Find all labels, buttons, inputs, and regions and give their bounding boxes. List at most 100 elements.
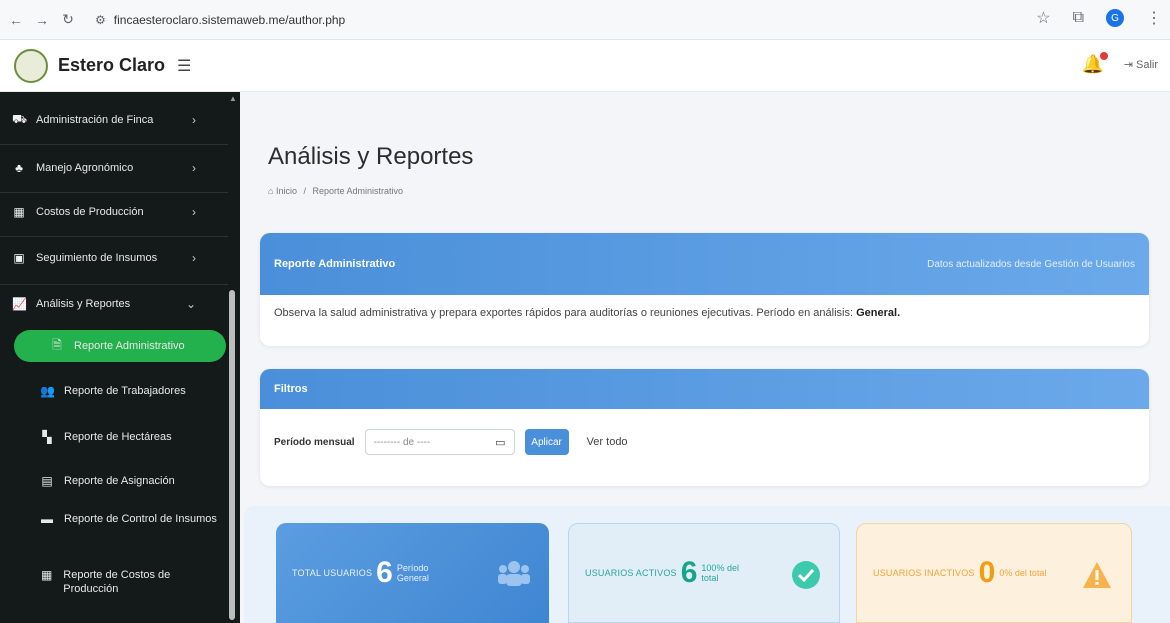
report-card-header: Reporte Administrativo Datos actualizado… bbox=[260, 233, 1149, 295]
brand-logo bbox=[14, 48, 48, 83]
period-label: Período mensual bbox=[274, 436, 355, 448]
sidebar: ⛟ Administración de Finca › ♣ Manejo Agr… bbox=[0, 92, 240, 623]
notification-dot bbox=[1100, 52, 1108, 60]
check-circle-icon bbox=[792, 561, 820, 589]
calculator-icon: ▦ bbox=[13, 205, 25, 219]
chevron-right-icon: › bbox=[192, 251, 196, 265]
filters-card: Filtros Período mensual -------- de ----… bbox=[260, 369, 1149, 486]
sidebar-sub-reporte-hectareas[interactable]: ▚ Reporte de Hectáreas bbox=[40, 422, 220, 452]
site-settings-icon[interactable]: ⚙ bbox=[95, 13, 106, 27]
tree-icon: ♣ bbox=[15, 161, 23, 175]
bookmark-star-icon[interactable]: ☆ bbox=[1036, 8, 1050, 28]
scroll-up-icon[interactable]: ▲ bbox=[229, 94, 237, 103]
divider bbox=[0, 236, 230, 237]
back-icon[interactable]: ← bbox=[6, 10, 26, 30]
warning-triangle-icon bbox=[1083, 562, 1111, 588]
sidebar-item-administracion[interactable]: ⛟ Administración de Finca › bbox=[0, 100, 230, 140]
tractor-icon: ⛟ bbox=[12, 112, 28, 126]
sidebar-item-seguimiento[interactable]: ▣ Seguimiento de Insumos › bbox=[0, 238, 230, 278]
calendar-icon[interactable]: ▭ bbox=[495, 436, 505, 449]
sidebar-toggle-icon[interactable]: ☰ bbox=[177, 56, 191, 76]
profile-avatar[interactable]: G bbox=[1106, 9, 1124, 27]
breadcrumb-separator: / bbox=[303, 186, 306, 196]
url-text: fincaesteroclaro.sistemaweb.me/author.ph… bbox=[113, 13, 346, 27]
sidebar-item-label: Manejo Agronómico bbox=[36, 162, 134, 174]
stat-label: Usuarios activos bbox=[585, 568, 677, 578]
forward-icon[interactable]: → bbox=[32, 10, 52, 30]
sidebar-sub-reporte-administrativo[interactable]: 🗎 Reporte Administrativo bbox=[14, 330, 226, 362]
page-title: Análisis y Reportes bbox=[268, 143, 474, 170]
calculator-icon: ▦ bbox=[40, 568, 53, 582]
stat-label: Usuarios inactivos bbox=[873, 568, 975, 578]
stat-active-users: Usuarios activos 6 100% del total bbox=[568, 523, 840, 623]
sidebar-item-manejo[interactable]: ♣ Manejo Agronómico › bbox=[0, 148, 230, 188]
reload-icon[interactable]: ↻ bbox=[58, 10, 78, 30]
chevron-right-icon: › bbox=[192, 161, 196, 175]
month-input[interactable]: -------- de ---- ▭ bbox=[364, 429, 515, 455]
report-description: Observa la salud administrativa y prepar… bbox=[274, 307, 854, 319]
stat-value: 6 bbox=[376, 556, 393, 589]
sidebar-sub-reporte-trabajadores[interactable]: 👥 Reporte de Trabajadores bbox=[40, 376, 220, 406]
stat-label: Total usuarios bbox=[292, 568, 373, 578]
stat-sub: 0% del total bbox=[999, 568, 1047, 578]
sidebar-item-label: Análisis y Reportes bbox=[36, 298, 131, 310]
chevron-down-icon: ⌄ bbox=[185, 297, 196, 311]
sidebar-sub-label: Reporte de Asignación bbox=[64, 475, 175, 487]
stat-sub: Período General bbox=[396, 563, 429, 583]
report-period: General. bbox=[856, 307, 901, 319]
sidebar-item-label: Costos de Producción bbox=[36, 206, 144, 218]
report-card-title: Reporte Administrativo bbox=[274, 258, 396, 270]
sidebar-item-label: Seguimiento de Insumos bbox=[36, 252, 158, 264]
sidebar-item-costos[interactable]: ▦ Costos de Producción › bbox=[0, 192, 230, 232]
box-icon: ▬ bbox=[41, 512, 53, 526]
app-header: Estero Claro ☰ 🔔 ⇥ Salir bbox=[0, 40, 1170, 92]
see-all-link[interactable]: Ver todo bbox=[587, 436, 628, 448]
notification-bell-icon[interactable]: 🔔 bbox=[1082, 52, 1108, 75]
sidebar-scroll-thumb[interactable] bbox=[229, 290, 235, 620]
filters-card-title: Filtros bbox=[274, 383, 308, 395]
users-icon: 👥 bbox=[40, 384, 55, 398]
stat-value: 6 bbox=[680, 556, 698, 589]
breadcrumb-home[interactable]: Inicio bbox=[276, 186, 297, 196]
menu-dots-icon[interactable]: ⋮ bbox=[1146, 8, 1162, 28]
stat-sub: 100% del total bbox=[701, 563, 739, 583]
sidebar-sub-label: Reporte de Trabajadores bbox=[64, 385, 186, 397]
chart-line-icon: 📈 bbox=[12, 297, 27, 311]
extensions-icon[interactable]: ⧉ bbox=[1073, 9, 1084, 27]
chevron-right-icon: › bbox=[192, 113, 196, 127]
stat-total-users: Total usuarios 6 Período General bbox=[276, 523, 549, 623]
sidebar-sub-label: Reporte Administrativo bbox=[74, 340, 185, 352]
divider bbox=[0, 144, 230, 145]
report-card-body: Observa la salud administrativa y prepar… bbox=[260, 295, 1149, 331]
sidebar-sub-label: Reporte de Hectáreas bbox=[64, 431, 172, 443]
home-icon: ⌂ bbox=[268, 186, 274, 196]
users-group-icon bbox=[498, 561, 530, 586]
address-bar[interactable]: ⚙ fincaesteroclaro.sistemaweb.me/author.… bbox=[95, 10, 345, 30]
stat-inactive-users: Usuarios inactivos 0 0% del total bbox=[856, 523, 1132, 623]
clipboard-icon: ▣ bbox=[13, 251, 25, 265]
report-card: Reporte Administrativo Datos actualizado… bbox=[260, 233, 1149, 346]
chevron-right-icon: › bbox=[192, 205, 196, 219]
sidebar-sub-label: Reporte de Costos de Producción bbox=[63, 569, 171, 595]
sidebar-sub-reporte-asignacion[interactable]: ▤ Reporte de Asignación bbox=[40, 466, 220, 496]
sidebar-sub-label: Reporte de Control de Insumos bbox=[64, 513, 217, 525]
sidebar-sub-reporte-control-insumos[interactable]: ▬ Reporte de Control de Insumos bbox=[40, 512, 220, 556]
logout-link[interactable]: ⇥ Salir bbox=[1124, 58, 1158, 71]
browser-toolbar: ← → ↻ ⚙ fincaesteroclaro.sistemaweb.me/a… bbox=[0, 0, 1170, 40]
sidebar-sub-reporte-costos[interactable]: ▦ Reporte de Costos de Producción bbox=[40, 568, 220, 612]
sidebar-item-label: Administración de Finca bbox=[36, 114, 154, 126]
sidebar-item-analisis[interactable]: 📈 Análisis y Reportes ⌄ bbox=[0, 284, 230, 324]
filters-card-header: Filtros bbox=[260, 369, 1149, 409]
brand-name: Estero Claro bbox=[58, 55, 166, 75]
report-card-note: Datos actualizados desde Gestión de Usua… bbox=[927, 258, 1135, 270]
breadcrumb-current: Reporte Administrativo bbox=[312, 186, 404, 196]
breadcrumb: ⌂ Inicio / Reporte Administrativo bbox=[268, 186, 403, 196]
list-icon: ▤ bbox=[41, 474, 53, 488]
filters-form: Período mensual -------- de ---- ▭ Aplic… bbox=[260, 409, 1149, 467]
map-icon: ▚ bbox=[42, 430, 52, 444]
apply-button[interactable]: Aplicar bbox=[524, 429, 569, 455]
file-icon: 🗎 bbox=[52, 337, 62, 352]
month-input-placeholder: -------- de ---- bbox=[373, 436, 431, 448]
logout-label: Salir bbox=[1135, 59, 1158, 71]
stat-value: 0 bbox=[978, 556, 996, 589]
